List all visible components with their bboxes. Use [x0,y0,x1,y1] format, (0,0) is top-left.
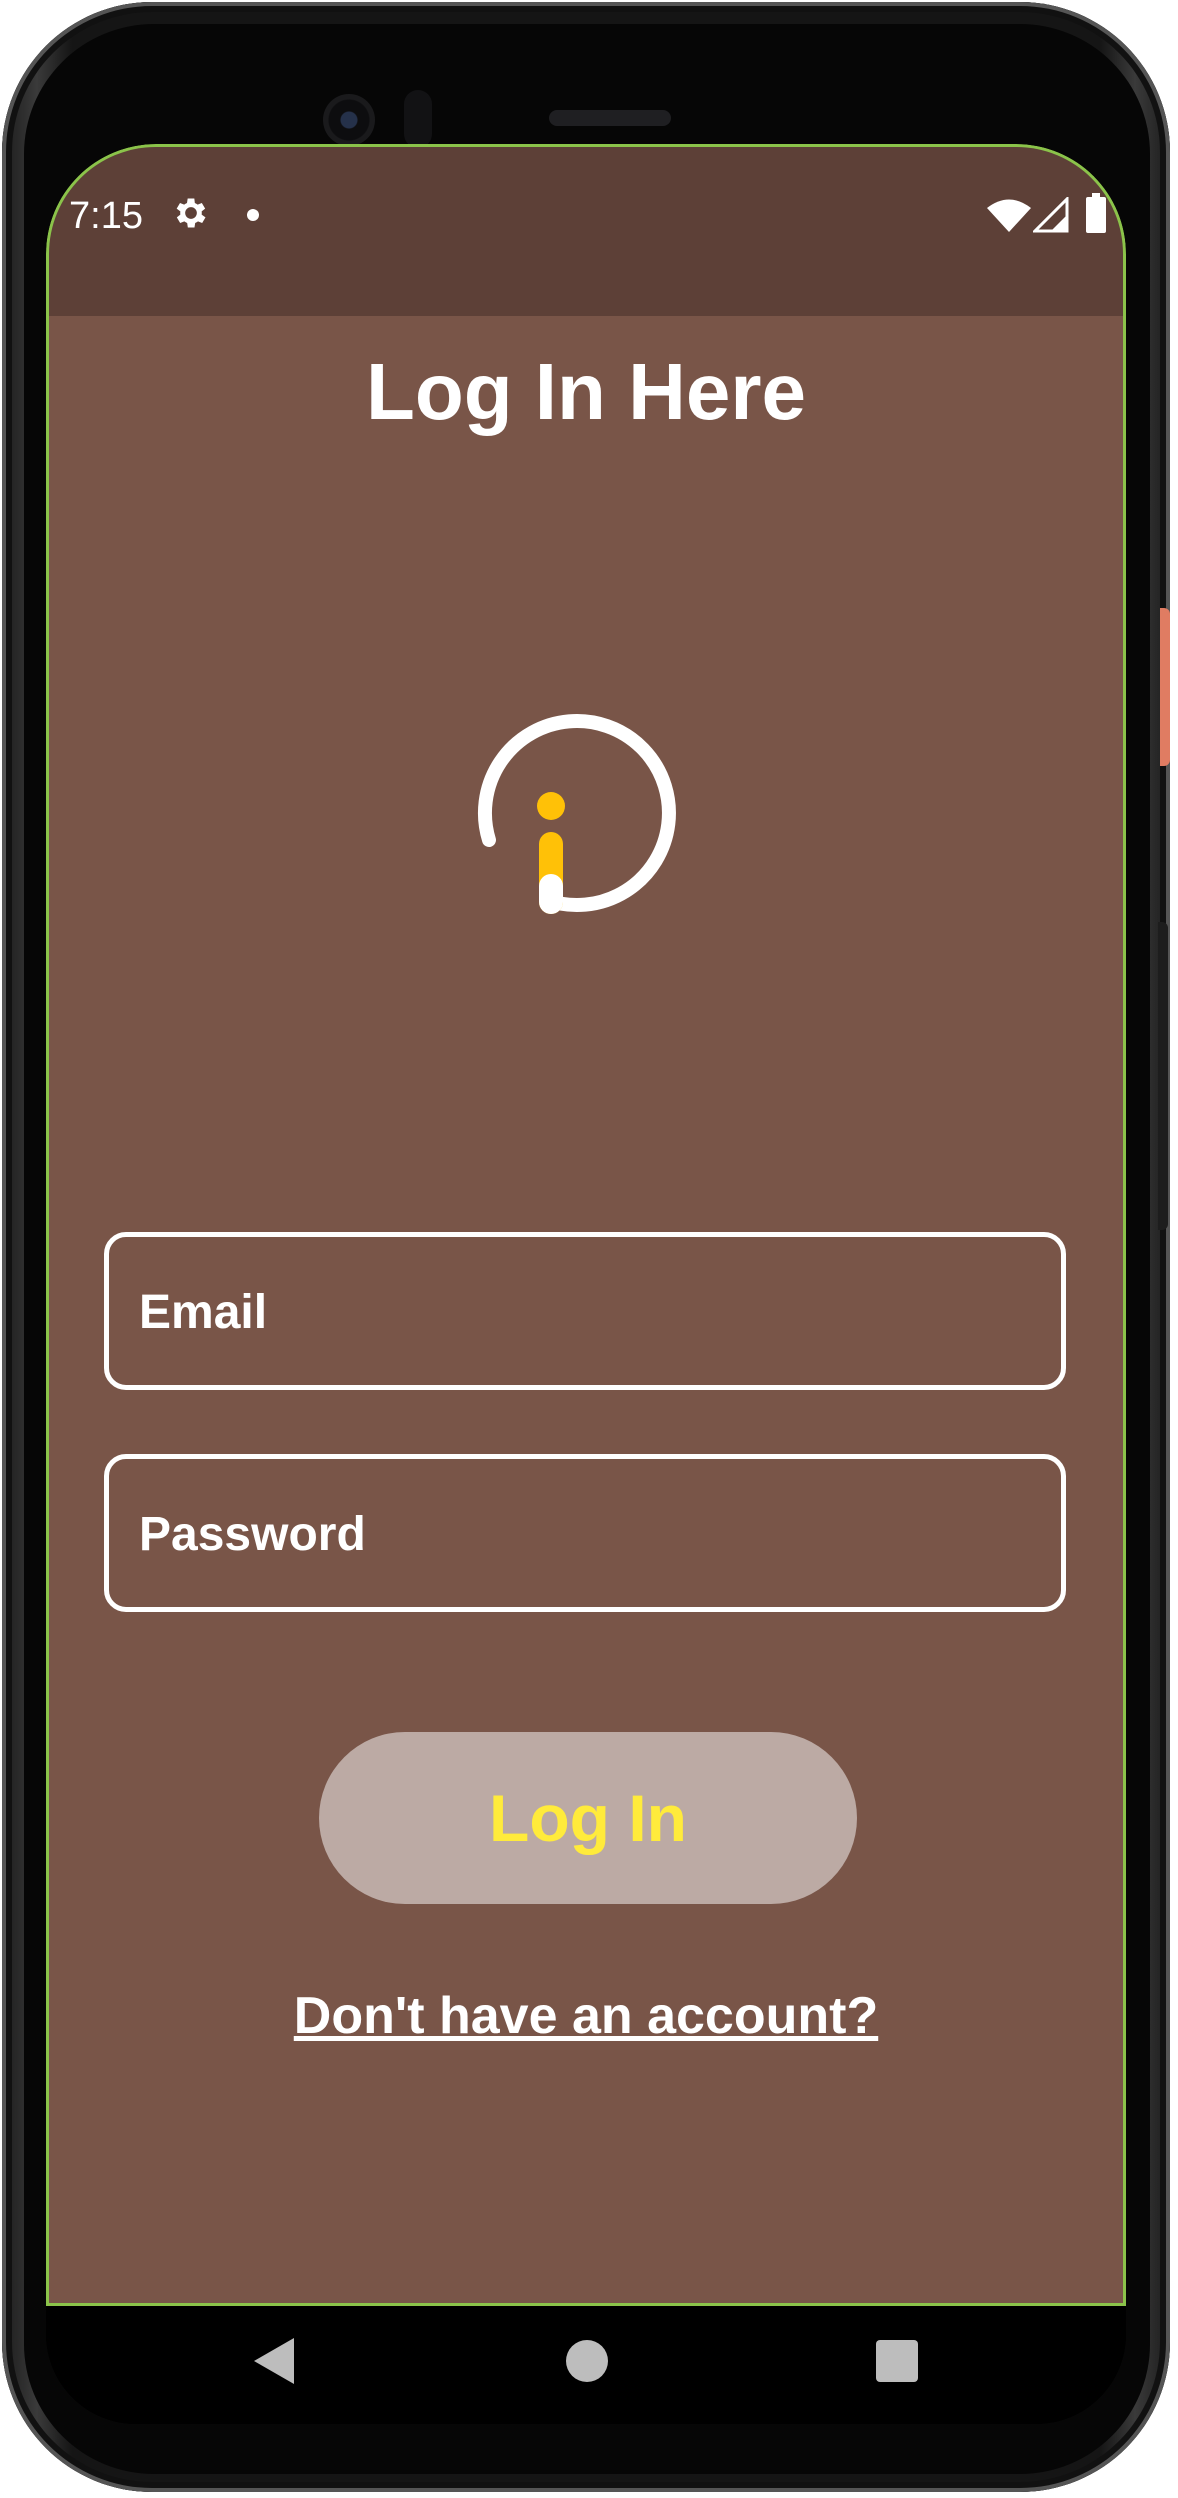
signal-icon [1033,197,1069,233]
sign-up-link[interactable]: Don't have an account? [49,1986,1123,2046]
power-button [1160,608,1170,766]
navigation-bar [46,2306,1126,2424]
earpiece-speaker [549,110,671,126]
email-field[interactable]: Email [104,1232,1066,1390]
password-field[interactable]: Password [104,1454,1066,1612]
login-screen: Log In Here Email Password Log In Don't … [46,316,1126,2306]
recents-icon[interactable] [876,2340,918,2382]
battery-icon [1086,193,1106,233]
wifi-icon [987,199,1031,232]
log-in-button[interactable]: Log In [319,1732,857,1904]
notification-dot-icon [247,209,259,221]
log-in-button-label: Log In [489,1781,687,1855]
status-time: 7:15 [69,195,143,237]
gear-icon [176,198,206,228]
email-placeholder: Email [139,1286,268,1339]
status-bar: 7:15 [46,144,1126,316]
password-placeholder: Password [139,1508,366,1561]
screen: 7:15 Log In Here Email Password Log In D… [46,144,1126,2424]
back-icon[interactable] [252,2336,296,2386]
proximity-sensor [404,90,432,148]
page-title: Log In Here [365,347,807,436]
front-camera [323,94,375,146]
volume-button [1158,922,1168,1230]
home-icon[interactable] [566,2340,608,2382]
info-logo-icon [478,714,676,914]
